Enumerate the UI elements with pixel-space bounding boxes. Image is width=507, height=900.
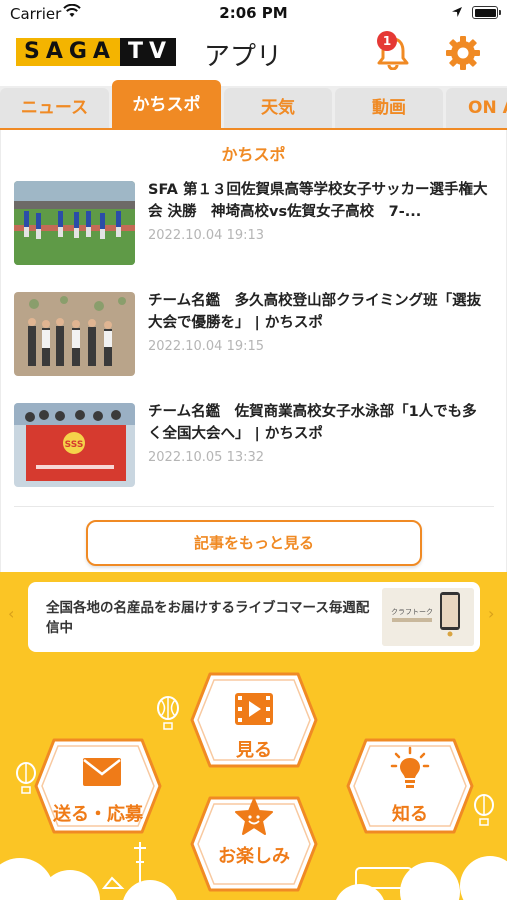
section-title: かちスポ <box>221 145 286 164</box>
tab-kachispo[interactable]: かちスポ <box>112 80 221 130</box>
banner-prev-arrow[interactable]: ‹ <box>8 604 14 623</box>
list-divider <box>14 506 494 507</box>
article-item[interactable]: チーム名鑑 多久高校登山部クライミング班「選抜大会で優勝を」 | かちスポ 20… <box>14 292 494 376</box>
mail-icon <box>83 758 121 786</box>
star-face-icon <box>235 798 273 835</box>
menu-watch-label: 見る <box>236 740 272 761</box>
article-thumbnail: SSS <box>14 403 135 487</box>
location-arrow-icon <box>452 7 462 17</box>
notification-badge: 1 <box>377 31 397 51</box>
more-articles-button[interactable]: 記事をもっと見る <box>86 520 422 566</box>
tab-on-air[interactable]: ON A <box>446 88 507 128</box>
tab-news[interactable]: ニュース <box>0 88 109 128</box>
lightbulb-icon <box>390 746 430 788</box>
video-icon <box>235 693 273 725</box>
banner-image: クラフトーク <box>382 588 474 646</box>
article-date: 2022.10.05 13:32 <box>148 450 265 465</box>
battery-icon <box>472 6 501 19</box>
banner-image-text: クラフトーク <box>391 608 433 616</box>
status-bar: Carrier 2:06 PM <box>0 0 507 28</box>
article-thumbnail <box>14 292 135 376</box>
banner-next-arrow[interactable]: › <box>488 604 494 623</box>
article-date: 2022.10.04 19:13 <box>148 228 265 243</box>
live-commerce-banner[interactable]: 全国各地の名産品をお届けするライブコマース毎週配信中 クラフトーク <box>28 582 480 652</box>
clock: 2:06 PM <box>219 4 288 22</box>
saga-tv-logo: SAGA TV <box>16 38 177 66</box>
tab-weather[interactable]: 天気 <box>224 88 332 128</box>
app-title: アプリ <box>204 42 283 72</box>
article-title: チーム名鑑 佐賀商業高校女子水泳部「1人でも多く全国大会へ」 | かちスポ <box>148 404 477 442</box>
article-date: 2022.10.04 19:15 <box>148 339 265 354</box>
article-title: SFA 第１３回佐賀県高等学校女子サッカー選手権大会 決勝 神埼高校vs佐賀女子… <box>148 182 488 220</box>
logo-tv: TV <box>119 38 177 66</box>
tab-video[interactable]: 動画 <box>335 88 443 128</box>
svg-text:SSS: SSS <box>65 440 84 450</box>
balloon-icon <box>157 696 179 730</box>
gear-icon[interactable] <box>444 34 482 72</box>
menu-enjoy-label: お楽しみ <box>218 846 290 867</box>
article-item[interactable]: SSS チーム名鑑 佐賀商業高校女子水泳部「1人でも多く全国大会へ」 | かちス… <box>14 403 494 487</box>
article-thumbnail <box>14 181 135 265</box>
logo-saga: SAGA <box>16 38 120 66</box>
banner-text: 全国各地の名産品をお届けするライブコマース毎週配信中 <box>46 600 370 636</box>
menu-know-label: 知る <box>392 804 428 825</box>
article-title: チーム名鑑 多久高校登山部クライミング班「選抜大会で優勝を」 | かちスポ <box>148 293 482 331</box>
menu-send-label: 送る・応募 <box>53 804 143 825</box>
article-item[interactable]: SFA 第１３回佐賀県高等学校女子サッカー選手権大会 決勝 神埼高校vs佐賀女子… <box>14 181 494 265</box>
